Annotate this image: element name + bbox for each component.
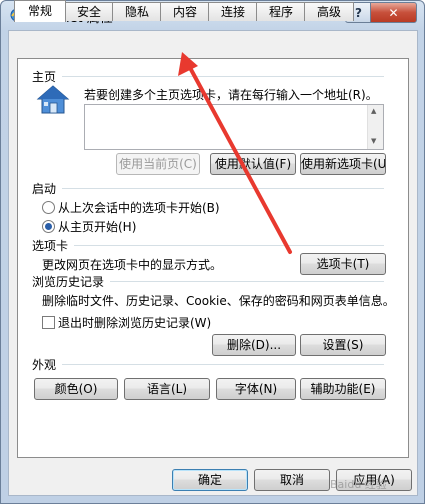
tab-label: 常规 (27, 4, 52, 18)
use-default-button[interactable]: 使用默认值(F) (210, 153, 296, 175)
scroll-down-icon[interactable]: ▼ (371, 137, 376, 145)
watermark: Baidu 经验 (330, 478, 387, 491)
startup-home-page-radio[interactable] (42, 220, 55, 233)
startup-last-session-radio[interactable] (42, 201, 55, 214)
tab-label: 程序 (268, 5, 293, 19)
browsing-history-description: 删除临时文件、历史记录、Cookie、保存的密码和网页表单信息。 (42, 294, 395, 308)
appearance-section-label: 外观 (32, 358, 57, 372)
fonts-button[interactable]: 字体(N) (216, 378, 296, 400)
tab-label: 高级 (316, 5, 341, 19)
tabs-section-description: 更改网页在选项卡中的显示方式。 (42, 258, 223, 272)
tab-label: 内容 (172, 5, 197, 19)
house-icon (36, 85, 70, 114)
section-divider (62, 76, 384, 77)
startup-home-page-label[interactable]: 从主页开始(H) (58, 218, 136, 235)
history-settings-button[interactable]: 设置(S) (300, 334, 386, 356)
tab-general[interactable]: 常规 (14, 0, 66, 22)
delete-on-exit-checkbox[interactable] (42, 316, 55, 329)
tabs-section-label: 选项卡 (32, 239, 69, 253)
browsing-history-section-label: 浏览历史记录 (32, 275, 105, 289)
colors-button[interactable]: 颜色(O) (34, 378, 118, 400)
tabs-settings-button[interactable]: 选项卡(T) (300, 253, 386, 275)
delete-history-button[interactable]: 删除(D)... (212, 334, 296, 356)
delete-on-exit-label[interactable]: 退出时删除浏览历史记录(W) (58, 314, 211, 331)
tab-connections[interactable]: 连接 (208, 2, 258, 21)
use-new-tab-button[interactable]: 使用新选项卡(U) (300, 153, 386, 175)
help-icon: ? (355, 5, 362, 20)
section-divider (62, 364, 384, 365)
section-divider (110, 281, 384, 282)
startup-section-label: 启动 (32, 182, 57, 196)
tab-programs[interactable]: 程序 (256, 2, 306, 21)
tab-advanced[interactable]: 高级 (304, 2, 354, 21)
home-page-description: 若要创建多个主页选项卡，请在每行输入一个地址(R)。 (84, 88, 378, 102)
accessibility-button[interactable]: 辅助功能(E) (300, 378, 386, 400)
tab-security[interactable]: 安全 (64, 2, 114, 21)
use-current-button[interactable]: 使用当前页(C) (116, 153, 200, 175)
ok-button[interactable]: 确定 (172, 469, 248, 491)
section-divider (62, 188, 384, 189)
tab-privacy[interactable]: 隐私 (112, 2, 162, 21)
close-button[interactable]: ✕ (370, 2, 417, 23)
home-page-section-label: 主页 (32, 70, 57, 84)
tab-content[interactable]: 内容 (160, 2, 210, 21)
tab-label: 安全 (76, 5, 101, 19)
cancel-button[interactable]: 取消 (254, 469, 330, 491)
scrollbar[interactable]: ▲ ▼ (367, 105, 383, 149)
section-divider (74, 245, 384, 246)
tab-label: 隐私 (124, 5, 149, 19)
home-page-url-input[interactable]: ▲ ▼ (84, 104, 384, 150)
tab-label: 连接 (220, 5, 245, 19)
languages-button[interactable]: 语言(L) (124, 378, 210, 400)
scroll-up-icon[interactable]: ▲ (371, 107, 376, 115)
startup-last-session-label[interactable]: 从上次会话中的选项卡开始(B) (58, 199, 220, 216)
close-icon: ✕ (388, 5, 399, 20)
